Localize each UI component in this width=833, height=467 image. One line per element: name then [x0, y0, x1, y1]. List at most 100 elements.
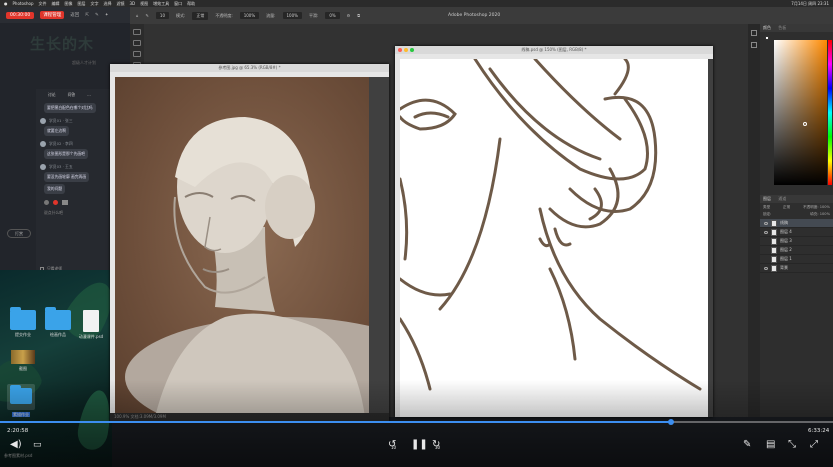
properties-icon[interactable]	[751, 42, 757, 48]
tip-button[interactable]: 打赏	[7, 229, 31, 238]
menubar-item[interactable]: 图层	[78, 0, 86, 7]
close-icon[interactable]	[398, 48, 402, 52]
menubar-item[interactable]: 文件	[39, 0, 47, 7]
tab-more[interactable]: ...	[87, 92, 91, 98]
menubar-app[interactable]: Photoshop	[13, 0, 34, 7]
move-tool-icon[interactable]	[133, 29, 141, 35]
emoji-icon[interactable]	[44, 200, 49, 205]
maximize-icon[interactable]	[410, 48, 414, 52]
history-icon[interactable]	[751, 30, 757, 36]
color-picker-cursor[interactable]	[803, 122, 807, 126]
video-progress-handle[interactable]	[667, 419, 674, 425]
layer-thumbnail	[771, 246, 777, 254]
pause-icon[interactable]: ❚❚	[411, 440, 428, 450]
chat-bubble: 就要左边啊	[44, 126, 69, 136]
share-icon[interactable]: ⇱	[85, 13, 89, 18]
video-total-time: 6:33:24	[808, 428, 830, 434]
eye-icon[interactable]	[764, 230, 768, 234]
menubar-item[interactable]: 帮助	[187, 0, 195, 7]
eye-icon[interactable]	[764, 221, 768, 225]
doc-window-lineart[interactable]: 线稿.psd @ 150% (图层, RGB/8) *	[395, 46, 713, 417]
screen-share-icon[interactable]: ▭	[33, 440, 42, 450]
pin-icon[interactable]: ✦	[105, 13, 109, 18]
fill-field[interactable]: 填充: 100%	[810, 212, 830, 217]
gear-icon[interactable]: ⚙	[347, 13, 351, 18]
live-timer-badge: 00:30:00	[6, 11, 35, 19]
watermark-logo: 生长的木	[30, 35, 95, 53]
layer-row[interactable]: 线稿	[760, 219, 833, 228]
layer-thumbnail	[771, 219, 777, 227]
volume-icon[interactable]: ◀)	[10, 440, 22, 450]
apple-icon[interactable]: ●	[4, 0, 8, 7]
minimize-icon[interactable]	[404, 48, 408, 52]
gift-icon[interactable]	[53, 200, 58, 205]
menubar-item[interactable]: 图像	[65, 0, 73, 7]
tab-color[interactable]: 颜色	[763, 25, 771, 30]
menubar-item[interactable]: 3D	[130, 0, 136, 7]
desktop-icon-image[interactable]: 截图	[8, 350, 38, 372]
menubar-item[interactable]: 窗口	[174, 0, 182, 7]
menubar-item[interactable]: 编辑	[52, 0, 60, 7]
tab-qa[interactable]: 问答	[68, 92, 76, 98]
opacity-field[interactable]: 100%	[239, 12, 260, 19]
brush-tool-icon[interactable]: ✎	[146, 13, 149, 18]
layer-opacity-field[interactable]: 不透明度: 100%	[803, 205, 830, 210]
doc-titlebar[interactable]: 参考图.jpg @ 65.3% (RGB/8#) *	[110, 64, 389, 72]
chat-bubble: 要没先画轮廓 画完再画	[44, 172, 90, 182]
tab-course-manage[interactable]: 课程管理	[40, 11, 65, 19]
brush-size-preset[interactable]: 10	[155, 12, 169, 19]
chat-username: 学员01 · 张三	[49, 118, 73, 123]
desktop-icon-folder[interactable]: 提交作业	[8, 307, 38, 338]
layer-row[interactable]: 图层 2	[760, 246, 833, 255]
video-current-time: 2:20:58	[7, 428, 29, 434]
icon-label: 截图	[19, 366, 27, 371]
menubar-item[interactable]: 文字	[91, 0, 99, 7]
home-icon[interactable]: ⌂	[136, 13, 139, 18]
icon-label: 动漫课件.psd	[78, 334, 104, 339]
desktop-icon-folder[interactable]: 绘画作品	[43, 307, 73, 338]
layer-row[interactable]: 背景	[760, 264, 833, 273]
doc-titlebar[interactable]: 线稿.psd @ 150% (图层, RGB/8) *	[395, 46, 713, 54]
doc-window-reference[interactable]: 参考图.jpg @ 65.3% (RGB/8#) *	[110, 64, 389, 421]
tab-swatches[interactable]: 色板	[778, 25, 786, 30]
reference-photo-canvas[interactable]	[115, 77, 369, 421]
rewind-button[interactable]: ↺ 10	[388, 440, 402, 452]
menubar-item[interactable]: 增效工具	[153, 0, 169, 7]
caption-icon[interactable]: ▤	[766, 440, 775, 450]
smooth-field[interactable]: 0%	[325, 12, 340, 19]
image-icon[interactable]	[62, 200, 68, 205]
shrink-window-icon[interactable]: ⤡	[788, 440, 796, 450]
menubar-item[interactable]: 选择	[104, 0, 112, 7]
fullscreen-icon[interactable]: ⤢	[810, 440, 818, 450]
flow-field[interactable]: 100%	[282, 12, 302, 19]
lasso-tool-icon[interactable]	[133, 51, 141, 57]
foreground-color-swatch[interactable]	[765, 36, 769, 40]
tab-back[interactable]: 返回	[70, 12, 79, 18]
marquee-tool-icon[interactable]	[133, 40, 141, 46]
pen-annotate-icon[interactable]: ✎	[743, 440, 751, 450]
chat-username: 学员03 · 王五	[49, 164, 73, 169]
tab-layers[interactable]: 图层	[763, 196, 771, 201]
color-picker-field[interactable]	[774, 40, 827, 185]
layer-row[interactable]: 图层 4	[760, 228, 833, 237]
layer-kind-filter[interactable]: 类型	[763, 205, 770, 210]
menubar-item[interactable]: 视图	[140, 0, 148, 7]
tab-channels[interactable]: 通道	[778, 196, 786, 201]
lineart-canvas[interactable]	[400, 59, 708, 417]
desktop-icon-file[interactable]: 动漫课件.psd	[76, 310, 106, 340]
forward-button[interactable]: ↻ 30	[432, 440, 446, 452]
blend-mode-select[interactable]: 正常	[783, 205, 790, 210]
tab-discussion[interactable]: 讨论	[48, 92, 56, 98]
mode-select[interactable]: 正常	[192, 11, 209, 20]
eye-icon[interactable]	[764, 266, 768, 270]
layer-thumbnail	[771, 237, 777, 245]
edit-icon[interactable]: ✎	[95, 13, 99, 18]
hue-slider[interactable]	[828, 40, 832, 185]
menubar-item[interactable]: 滤镜	[117, 0, 125, 7]
lineart-drawing	[400, 59, 702, 391]
layer-row[interactable]: 图层 1	[760, 255, 833, 264]
video-progress-fill	[0, 421, 671, 423]
mode-label: 模式:	[176, 12, 186, 18]
symmetry-icon[interactable]: ⧉	[357, 13, 360, 18]
layer-row[interactable]: 图层 3	[760, 237, 833, 246]
